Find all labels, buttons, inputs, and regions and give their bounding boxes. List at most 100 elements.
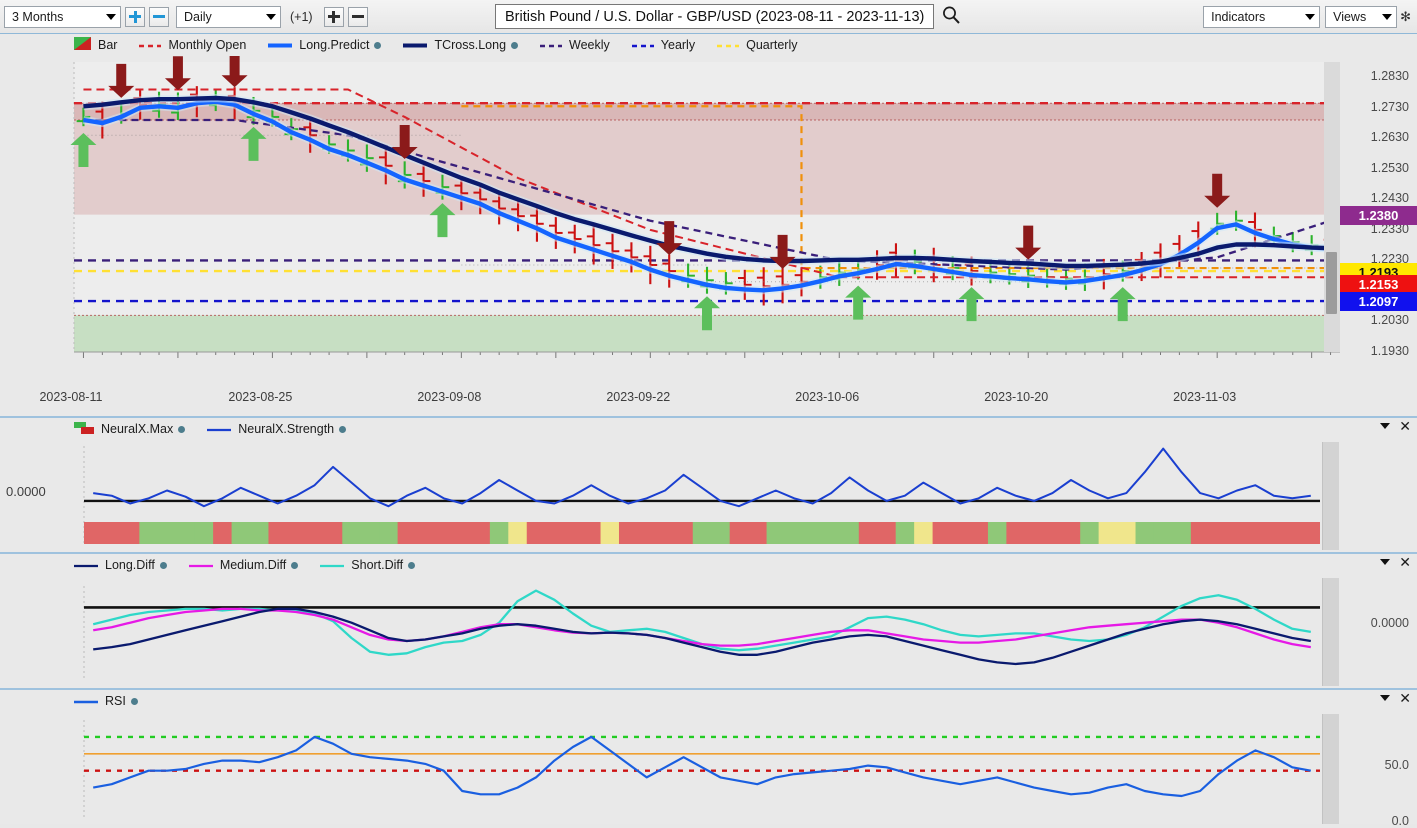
symbol-input[interactable]: British Pound / U.S. Dollar - GBP/USD (2… [495, 4, 934, 29]
heatmap-cell [1302, 522, 1320, 544]
settings-dot-icon[interactable] [291, 562, 298, 569]
settings-dot-icon[interactable] [511, 42, 518, 49]
legend-item-quarterly[interactable]: Quarterly [717, 38, 797, 52]
price-pill: 1.2380 [1340, 206, 1417, 225]
rsi-scrollbar[interactable] [1322, 714, 1339, 824]
line-icon [320, 558, 344, 572]
legend-item-bar[interactable]: Bar [74, 37, 117, 53]
heatmap-cell [1172, 522, 1191, 544]
dashed-line-icon [717, 38, 739, 52]
close-icon[interactable]: ✕ [1399, 557, 1411, 567]
heatmap-cell [1043, 522, 1062, 544]
interval-select-value: Daily [184, 10, 256, 24]
legend-label: NeuralX.Strength [238, 422, 334, 436]
heatmap-cell [527, 522, 546, 544]
heatmap-cell [268, 522, 287, 544]
settings-dot-icon[interactable] [160, 562, 167, 569]
heatmap-cell [102, 522, 121, 544]
rsi-panel: RSI ✕ 50.0 0.0 [0, 690, 1417, 824]
heatmap-cell [1246, 522, 1265, 544]
plus-icon [328, 11, 340, 23]
bars-increase-button[interactable] [324, 7, 344, 27]
price-tick: 1.2530 [1371, 161, 1409, 175]
rsi-plot[interactable] [70, 714, 1320, 824]
period-decrease-button[interactable] [149, 7, 169, 27]
heatmap-cell [490, 522, 509, 544]
settings-dot-icon[interactable] [339, 426, 346, 433]
period-increase-button[interactable] [125, 7, 145, 27]
legend-item-monthly-open[interactable]: Monthly Open [139, 38, 246, 52]
neuralx-scrollbar[interactable] [1322, 442, 1339, 550]
chevron-down-icon[interactable] [1380, 559, 1390, 565]
legend-item-tcross-long[interactable]: TCross.Long [403, 38, 518, 52]
main-toolbar: 3 Months Daily (+1) British Pound / U.S.… [0, 0, 1417, 34]
chevron-down-icon[interactable] [1380, 695, 1390, 701]
main-chart-panel: Bar Monthly Open Long.Predict TCross.Lon… [0, 34, 1417, 416]
heatmap-cell [637, 522, 656, 544]
heatmap-cell [176, 522, 195, 544]
line-icon [74, 694, 98, 708]
period-select[interactable]: 3 Months [4, 6, 121, 28]
legend-item-long-predict[interactable]: Long.Predict [268, 38, 381, 52]
zone-resistance-lower [74, 120, 1340, 215]
legend-item-weekly[interactable]: Weekly [540, 38, 610, 52]
diff-scrollbar[interactable] [1322, 578, 1339, 686]
heatmap-cell [213, 522, 232, 544]
close-icon[interactable]: ✕ [1399, 693, 1411, 703]
heatmap-cell [619, 522, 638, 544]
legend-label: Bar [98, 38, 117, 52]
neuralx-y-label: 0.0000 [6, 484, 46, 499]
diff-plot[interactable] [70, 578, 1320, 686]
heatmap-cell [195, 522, 214, 544]
heatmap-cell [1191, 522, 1210, 544]
star-icon[interactable]: ✻ [1400, 9, 1411, 25]
legend-item-rsi[interactable]: RSI [74, 694, 138, 708]
price-tick: 1.2830 [1371, 69, 1409, 83]
main-chart-plot[interactable] [28, 56, 1340, 384]
heatmap-cell [767, 522, 786, 544]
line-icon [189, 558, 213, 572]
heatmap-cell [693, 522, 712, 544]
date-tick: 2023-08-25 [228, 390, 292, 404]
chevron-down-icon [1305, 14, 1315, 20]
heatmap-cell [1265, 522, 1284, 544]
line-icon [74, 558, 98, 572]
views-select-value: Views [1333, 10, 1377, 24]
heatmap-cell [859, 522, 878, 544]
bars-decrease-button[interactable] [348, 7, 368, 27]
heatmap-cell [914, 522, 933, 544]
indicators-select[interactable]: Indicators [1203, 6, 1320, 28]
heatmap-cell [361, 522, 380, 544]
minus-icon [153, 11, 165, 23]
heatmap-cell [508, 522, 527, 544]
heatmap-cell [379, 522, 398, 544]
price-tick: 1.2030 [1371, 313, 1409, 327]
legend-label: Short.Diff [351, 558, 403, 572]
interval-select[interactable]: Daily [176, 6, 281, 28]
settings-dot-icon[interactable] [178, 426, 185, 433]
heatmap-cell [250, 522, 269, 544]
search-icon[interactable] [941, 5, 961, 28]
legend-item-neuralx-max[interactable]: NeuralX.Max [74, 422, 185, 437]
heatmap-cell [435, 522, 454, 544]
heatmap-cell [305, 522, 324, 544]
close-icon[interactable]: ✕ [1399, 421, 1411, 431]
heatmap-cell [1006, 522, 1025, 544]
settings-dot-icon[interactable] [131, 698, 138, 705]
neuralx-plot[interactable] [70, 442, 1320, 550]
views-select[interactable]: Views [1325, 6, 1397, 28]
legend-item-medium-diff[interactable]: Medium.Diff [189, 558, 298, 572]
heatmap-cell [674, 522, 693, 544]
heatmap-cell [840, 522, 859, 544]
chevron-down-icon[interactable] [1380, 423, 1390, 429]
legend-item-short-diff[interactable]: Short.Diff [320, 558, 415, 572]
legend-item-long-diff[interactable]: Long.Diff [74, 558, 167, 572]
legend-item-yearly[interactable]: Yearly [632, 38, 695, 52]
settings-dot-icon[interactable] [374, 42, 381, 49]
heatmap-cell [1228, 522, 1247, 544]
settings-dot-icon[interactable] [408, 562, 415, 569]
diff-panel: Long.Diff Medium.Diff Short.Diff ✕ 0.000… [0, 554, 1417, 688]
legend-item-neuralx-strength[interactable]: NeuralX.Strength [207, 422, 346, 436]
offset-label: (+1) [290, 10, 313, 24]
heatmap-cell [324, 522, 343, 544]
